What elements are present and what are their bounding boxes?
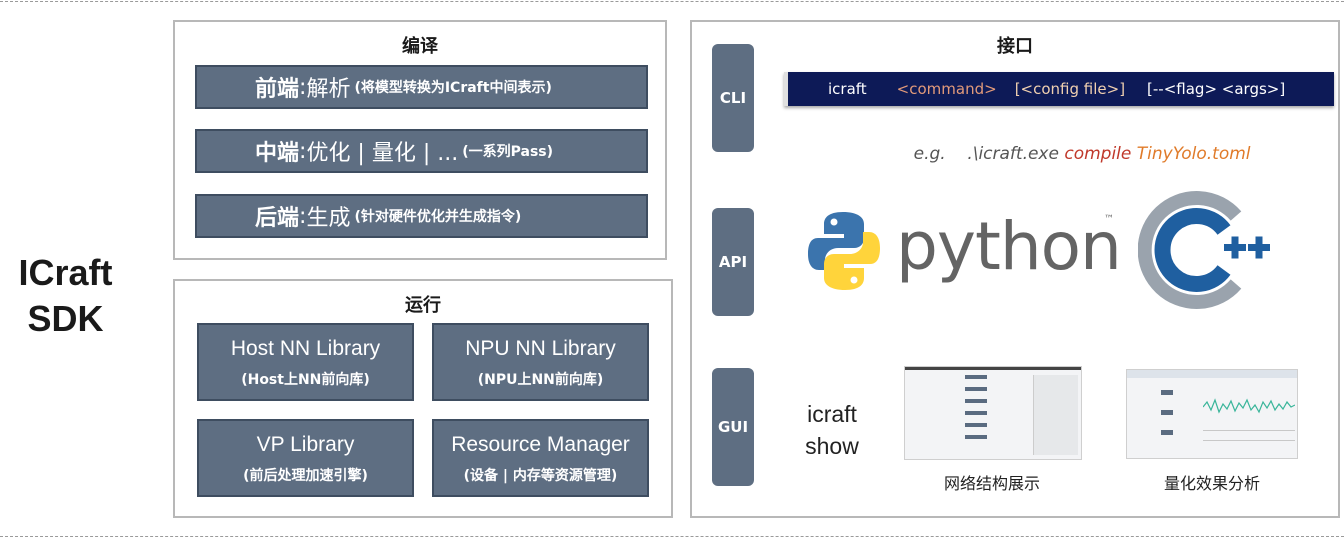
- quantization-analysis-caption: 量化效果分析: [1163, 474, 1260, 493]
- npu-nn-library: NPU NN Library (NPU上NN前向库): [432, 323, 649, 401]
- resource-manager-desc: (设备 | 内存等资源管理): [463, 468, 618, 484]
- backend-bar: 后端 : 生成 (针对硬件优化并生成指令): [195, 194, 648, 238]
- vp-library-name: VP Library: [256, 433, 355, 456]
- runtime-title: 运行: [405, 295, 441, 316]
- compile-panel: 编译 前端 : 解析 (将模型转换为ICraft中间表示) 中端 : 优化 | …: [173, 20, 667, 260]
- vp-library: VP Library (前后处理加速引擎): [197, 419, 414, 497]
- midend-sep: :: [299, 138, 307, 164]
- cli-command-arg: <command>: [896, 80, 997, 98]
- python-snake-icon: [808, 212, 880, 290]
- npu-nn-library-name: NPU NN Library: [465, 337, 616, 360]
- gui-tab: GUI: [712, 368, 754, 486]
- frontend-head: 前端: [255, 77, 300, 102]
- host-nn-library-desc: (Host上NN前向库): [241, 372, 370, 388]
- resource-manager: Resource Manager (设备 | 内存等资源管理): [432, 419, 649, 497]
- midend-head: 中端: [255, 141, 300, 166]
- api-tab: API: [712, 208, 754, 316]
- midend-bar: 中端 : 优化 | 量化 | ... (一系列Pass): [195, 129, 648, 173]
- python-logo: python ™: [808, 208, 1122, 298]
- cli-tab: CLI: [712, 44, 754, 152]
- runtime-panel: 运行 Host NN Library (Host上NN前向库) NPU NN L…: [173, 279, 673, 518]
- backend-sep: :: [299, 203, 307, 229]
- frontend-sep: :: [299, 74, 307, 100]
- top-dashed-border: [0, 1, 1344, 2]
- sdk-title: ICraft SDK: [8, 250, 123, 342]
- python-trademark: ™: [1104, 214, 1114, 225]
- network-structure-screenshot: [904, 366, 1082, 460]
- frontend-note: (将模型转换为ICraft中间表示): [354, 80, 552, 96]
- resource-manager-name: Resource Manager: [451, 433, 630, 456]
- npu-nn-library-desc: (NPU上NN前向库): [477, 372, 604, 388]
- cli-example-cmd: compile: [1064, 144, 1132, 164]
- backend-head: 后端: [255, 206, 300, 231]
- cli-example: e.g. .\icraft.exe compile TinyYolo.toml: [892, 124, 1251, 184]
- cli-flags-arg: [--<flag> <args>]: [1147, 80, 1286, 98]
- bottom-dashed-border: [0, 536, 1344, 537]
- host-nn-library: Host NN Library (Host上NN前向库): [197, 323, 414, 401]
- frontend-main: 解析: [306, 77, 351, 102]
- vp-library-desc: (前后处理加速引擎): [243, 468, 368, 484]
- backend-main: 生成: [306, 206, 351, 231]
- icraft-show-label: icraft show: [792, 398, 872, 462]
- network-structure-caption: 网络结构展示: [943, 474, 1040, 493]
- backend-note: (针对硬件优化并生成指令): [354, 209, 522, 225]
- cli-config-arg: [<config file>]: [1014, 80, 1126, 98]
- cli-example-prefix: e.g.: [913, 144, 946, 164]
- cli-example-file: TinyYolo.toml: [1136, 144, 1251, 164]
- midend-main: 优化 | 量化 | ...: [306, 141, 459, 166]
- icraft-show-line1: icraft: [807, 401, 857, 427]
- cli-example-path: .\icraft.exe: [967, 144, 1059, 164]
- icraft-show-line2: show: [805, 433, 859, 459]
- frontend-bar: 前端 : 解析 (将模型转换为ICraft中间表示): [195, 65, 648, 109]
- sdk-title-line1: ICraft: [18, 252, 113, 293]
- cpp-logo-icon: [1138, 191, 1270, 309]
- cli-cmd: icraft: [828, 80, 867, 98]
- cli-command-bar: icraft <command> [<config file>] [--<fla…: [784, 72, 1334, 106]
- host-nn-library-name: Host NN Library: [230, 337, 381, 360]
- interface-title: 接口: [997, 36, 1033, 57]
- interface-panel: 接口 CLI icraft <command> [<config file>] …: [690, 20, 1340, 518]
- midend-note: (一系列Pass): [462, 144, 554, 160]
- python-wordmark: python: [896, 208, 1122, 285]
- quantization-analysis-screenshot: [1126, 369, 1298, 459]
- sdk-title-line2: SDK: [27, 298, 104, 339]
- compile-title: 编译: [402, 36, 438, 57]
